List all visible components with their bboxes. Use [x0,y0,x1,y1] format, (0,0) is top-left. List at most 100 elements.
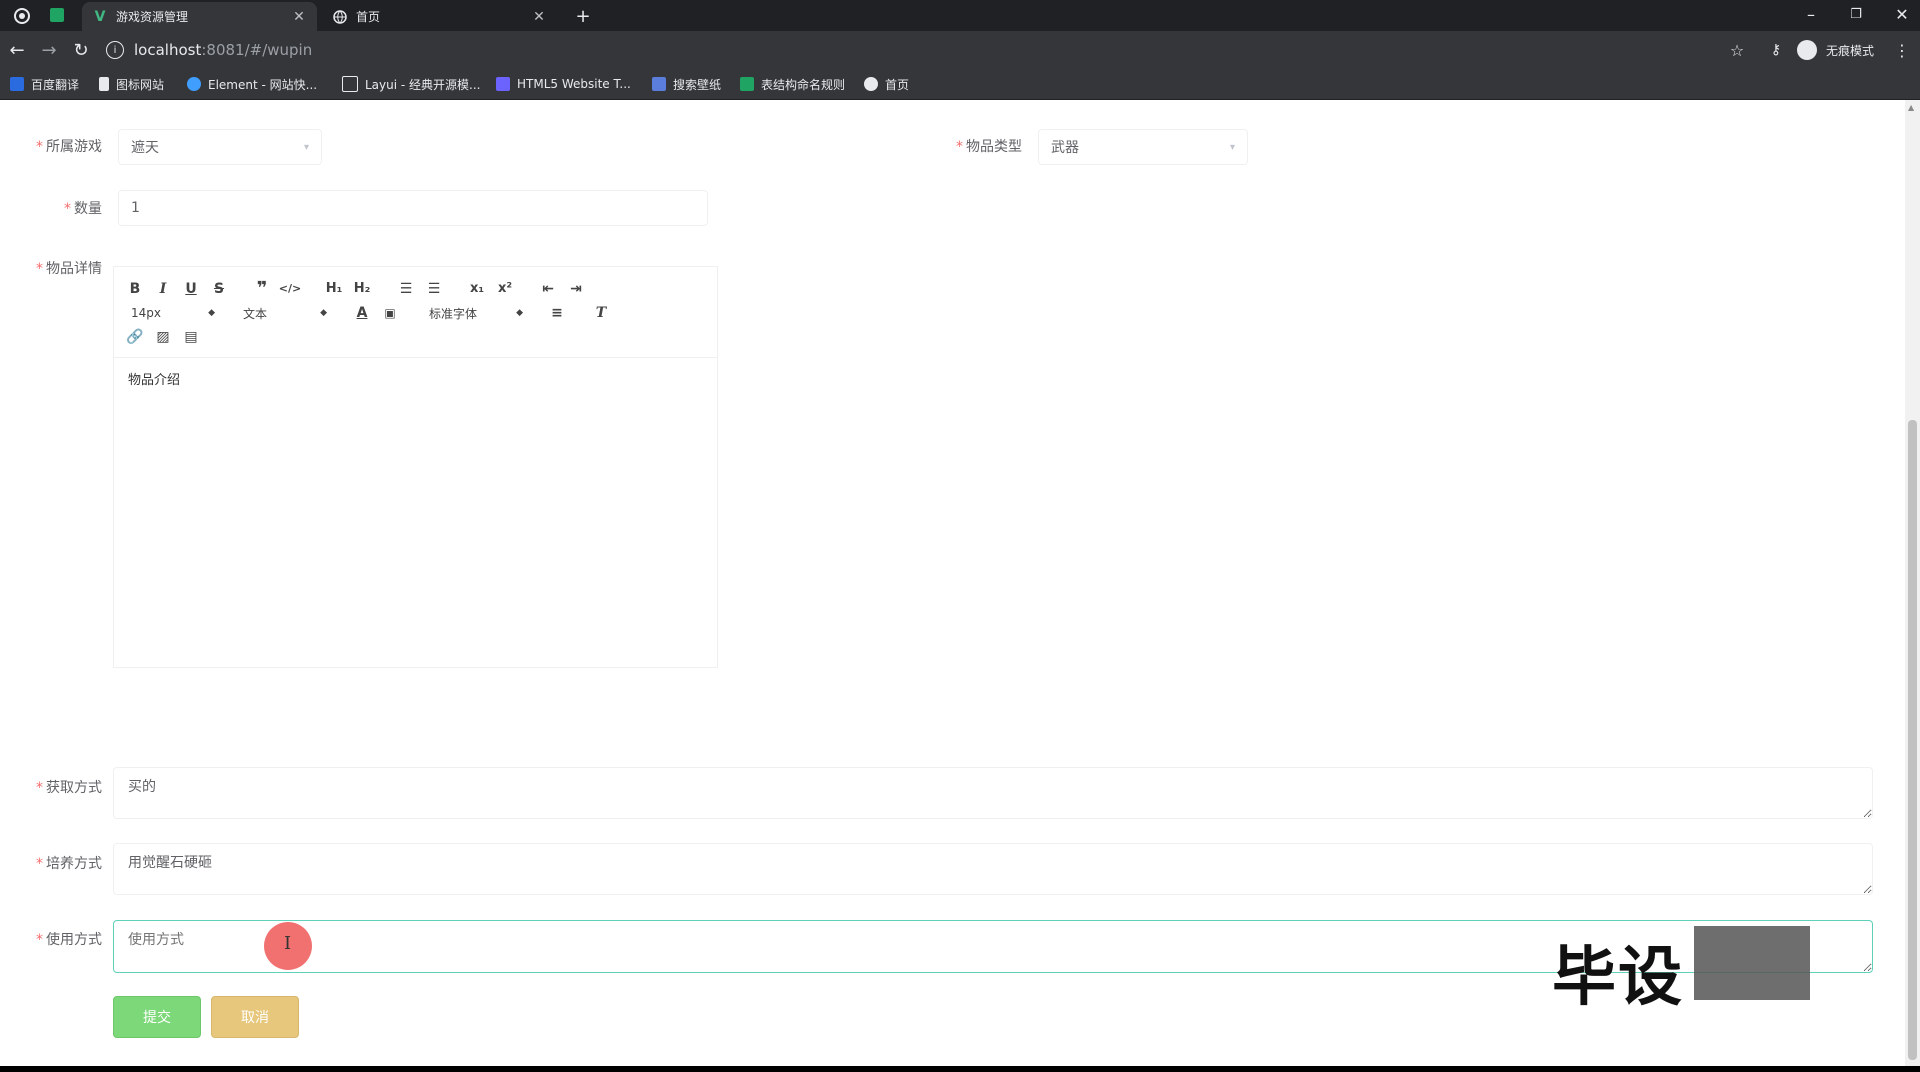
bookmark-item[interactable]: 首页 [864,75,909,93]
bookmark-label: 表结构命名规则 [761,77,846,92]
menu-icon[interactable]: ⋮ [1894,39,1910,61]
bold-icon[interactable]: B [123,278,147,300]
superscript-icon[interactable]: x² [493,278,517,300]
font-family-value: 标准字体 [429,306,478,321]
cultivate-label: * 培养方式 [36,856,102,872]
bookmark-item[interactable]: 搜索壁纸 [652,75,721,93]
cultivate-textarea[interactable]: 用觉醒石硬砸 [113,843,1873,895]
bookmark-item[interactable]: Element - 网站快... [187,75,317,93]
restore-icon[interactable]: ❐ [1842,3,1870,25]
align-icon[interactable]: ≡ [545,302,569,324]
type-value: 武器 [1051,140,1079,156]
app-pinned-icon[interactable] [50,8,64,22]
type-select[interactable]: 武器 ▾ [1038,129,1248,165]
profile-label[interactable]: 无痕模式 [1826,42,1874,59]
chevron-down-icon: ▾ [1229,141,1235,153]
indent-icon[interactable]: ⇥ [564,278,588,300]
back-icon[interactable]: ← [6,39,28,61]
url-path: :8081/#/wupin [201,41,313,59]
quantity-input[interactable]: 1 [118,190,708,226]
incognito-icon[interactable] [1797,40,1817,60]
ordered-list-icon[interactable]: ☰ [394,278,418,300]
bottom-edge [0,1066,1920,1072]
text-cursor-icon: I [284,933,292,954]
bookmark-item[interactable]: 表结构命名规则 [740,75,845,93]
italic-icon[interactable]: I [151,278,175,300]
cancel-button[interactable]: 取消 [211,996,299,1038]
font-size-select[interactable]: 14px ◆ [131,302,215,324]
bookmark-item[interactable]: 图标网站 [99,75,164,93]
bookmark-label: 搜索壁纸 [673,77,722,92]
tab-label: 游戏资源管理 [116,10,189,24]
obtain-label: * 获取方式 [36,780,102,796]
bookmark-label: Element - 网站快... [208,77,318,92]
scrollbar-thumb[interactable] [1908,420,1917,1060]
link-icon[interactable]: 🔗 [123,326,147,348]
window-close-icon[interactable]: ✕ [1888,3,1916,25]
baidu-icon [10,77,24,91]
outdent-icon[interactable]: ⇤ [536,278,560,300]
close-icon[interactable]: ✕ [531,9,547,25]
reload-icon[interactable]: ↻ [70,39,92,61]
bookmark-label: 首页 [885,77,910,92]
chevron-updown-icon: ◆ [320,308,327,318]
chevron-updown-icon: ◆ [516,308,523,318]
forward-icon[interactable]: → [38,39,60,61]
wallpaper-icon [652,77,666,91]
bookmark-item[interactable]: HTML5 Website T... [496,75,631,93]
vue-icon: V [94,8,106,25]
obtain-textarea[interactable]: 买的 [113,767,1873,819]
bookmark-star-icon[interactable]: ☆ [1726,39,1748,61]
tab-home[interactable]: 首页 ✕ [322,2,557,31]
usage-label: * 使用方式 [36,932,102,948]
tab-game-resource[interactable]: V 游戏资源管理 ✕ [82,2,317,31]
subscript-icon[interactable]: x₁ [465,278,489,300]
paragraph-value: 文本 [243,306,268,321]
browser-logo-icon[interactable] [12,6,32,26]
blockquote-icon[interactable]: ❞ [250,278,274,300]
font-family-select[interactable]: 标准字体 ◆ [429,302,523,324]
bookmark-item[interactable]: 百度翻译 [10,75,79,93]
bookmark-label: 百度翻译 [31,77,80,92]
new-tab-button[interactable]: + [572,5,594,27]
layui-icon [342,76,358,92]
minimize-icon[interactable]: – [1797,3,1825,25]
url-host: localhost [134,41,202,59]
element-icon [187,77,201,91]
heading2-icon[interactable]: H₂ [350,278,374,300]
code-icon[interactable]: </> [278,278,302,300]
submit-button[interactable]: 提交 [113,996,201,1038]
underline-icon[interactable]: U [179,278,203,300]
image-icon[interactable]: ▨ [151,326,175,348]
font-size-value: 14px [131,306,161,320]
info-icon[interactable]: i [106,41,124,59]
quantity-label: * 数量 [64,201,102,217]
address-bar[interactable]: i localhost :8081/#/wupin [106,36,1771,64]
quantity-value: 1 [131,200,140,216]
heading1-icon[interactable]: H₁ [322,278,346,300]
key-icon[interactable]: ⚷ [1765,39,1787,61]
watermark-text: 毕设 [1552,941,1684,1015]
video-icon[interactable]: ▤ [179,326,203,348]
bookmark-label: 图标网站 [116,77,165,92]
bookmark-label: HTML5 Website T... [517,77,631,91]
chevron-down-icon: ▾ [303,141,309,153]
editor-content[interactable]: 物品介绍 [128,369,180,388]
bullet-list-icon[interactable]: ☰ [422,278,446,300]
globe-icon [864,77,878,91]
background-color-icon[interactable]: ▣ [378,302,402,324]
paragraph-select[interactable]: 文本 ◆ [243,302,327,324]
game-value: 遮天 [131,140,159,156]
close-icon[interactable]: ✕ [291,9,307,25]
globe-icon [332,9,348,25]
bookmark-item[interactable]: Layui - 经典开源模... [342,75,480,93]
clear-format-icon[interactable]: T [589,302,613,324]
sheet-icon [740,77,754,91]
strikethrough-icon[interactable]: S [207,278,231,300]
tab-label: 首页 [356,10,381,24]
game-select[interactable]: 遮天 ▾ [118,129,322,165]
font-color-icon[interactable]: A [350,302,374,324]
bookmark-label: Layui - 经典开源模... [365,77,481,92]
scroll-up-icon[interactable]: ▲ [1908,103,1914,112]
detail-label: * 物品详情 [36,261,102,277]
